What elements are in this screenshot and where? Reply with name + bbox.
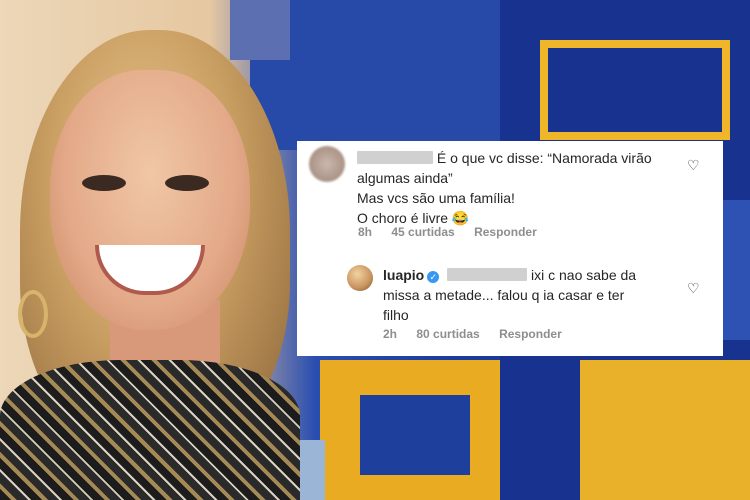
comment-line: filho bbox=[383, 307, 409, 323]
verified-badge-icon: ✓ bbox=[427, 271, 440, 283]
reply-link[interactable]: Responder bbox=[474, 225, 537, 239]
comment-meta: 8h 45 curtidas Responder bbox=[358, 225, 553, 239]
comment-card: É o que vc disse: “Namorada virão alguma… bbox=[297, 141, 723, 356]
redacted-username bbox=[357, 151, 433, 164]
studio-panel bbox=[580, 360, 750, 500]
reply-link[interactable]: Responder bbox=[499, 327, 562, 341]
studio-frame bbox=[540, 40, 730, 140]
reply-text: luapio ✓ ixi c nao sabe da missa a metade… bbox=[383, 265, 693, 325]
likes-count[interactable]: 45 curtidas bbox=[391, 225, 454, 239]
comment-line: É o que vc disse: “Namorada virão bbox=[436, 150, 652, 166]
comment-line: ixi c nao sabe da bbox=[531, 267, 637, 283]
commenter-avatar[interactable] bbox=[309, 146, 345, 182]
comment-text: É o que vc disse: “Namorada virão alguma… bbox=[357, 148, 697, 228]
earring bbox=[18, 290, 48, 338]
studio-panel bbox=[360, 395, 470, 475]
heart-icon[interactable]: ♡ bbox=[687, 281, 701, 295]
woman-eye bbox=[82, 175, 126, 191]
redacted-mention bbox=[447, 268, 528, 281]
comment-meta: 2h 80 curtidas Responder bbox=[383, 327, 578, 341]
comment-time: 2h bbox=[383, 327, 398, 341]
woman-eye bbox=[165, 175, 209, 191]
comment-line: missa a metade... falou q ia casar e ter bbox=[383, 287, 625, 303]
username[interactable]: luapio bbox=[383, 267, 424, 283]
woman-dress bbox=[0, 360, 300, 500]
heart-icon[interactable]: ♡ bbox=[687, 158, 701, 172]
comment-time: 8h bbox=[358, 225, 373, 239]
luapio-avatar[interactable] bbox=[347, 265, 373, 291]
comment-line: O choro é livre 😂 bbox=[357, 210, 470, 226]
likes-count[interactable]: 80 curtidas bbox=[416, 327, 479, 341]
comment-line: Mas vcs são uma família! bbox=[357, 190, 515, 206]
studio-panel bbox=[230, 0, 290, 60]
comment-line: algumas ainda” bbox=[357, 170, 453, 186]
